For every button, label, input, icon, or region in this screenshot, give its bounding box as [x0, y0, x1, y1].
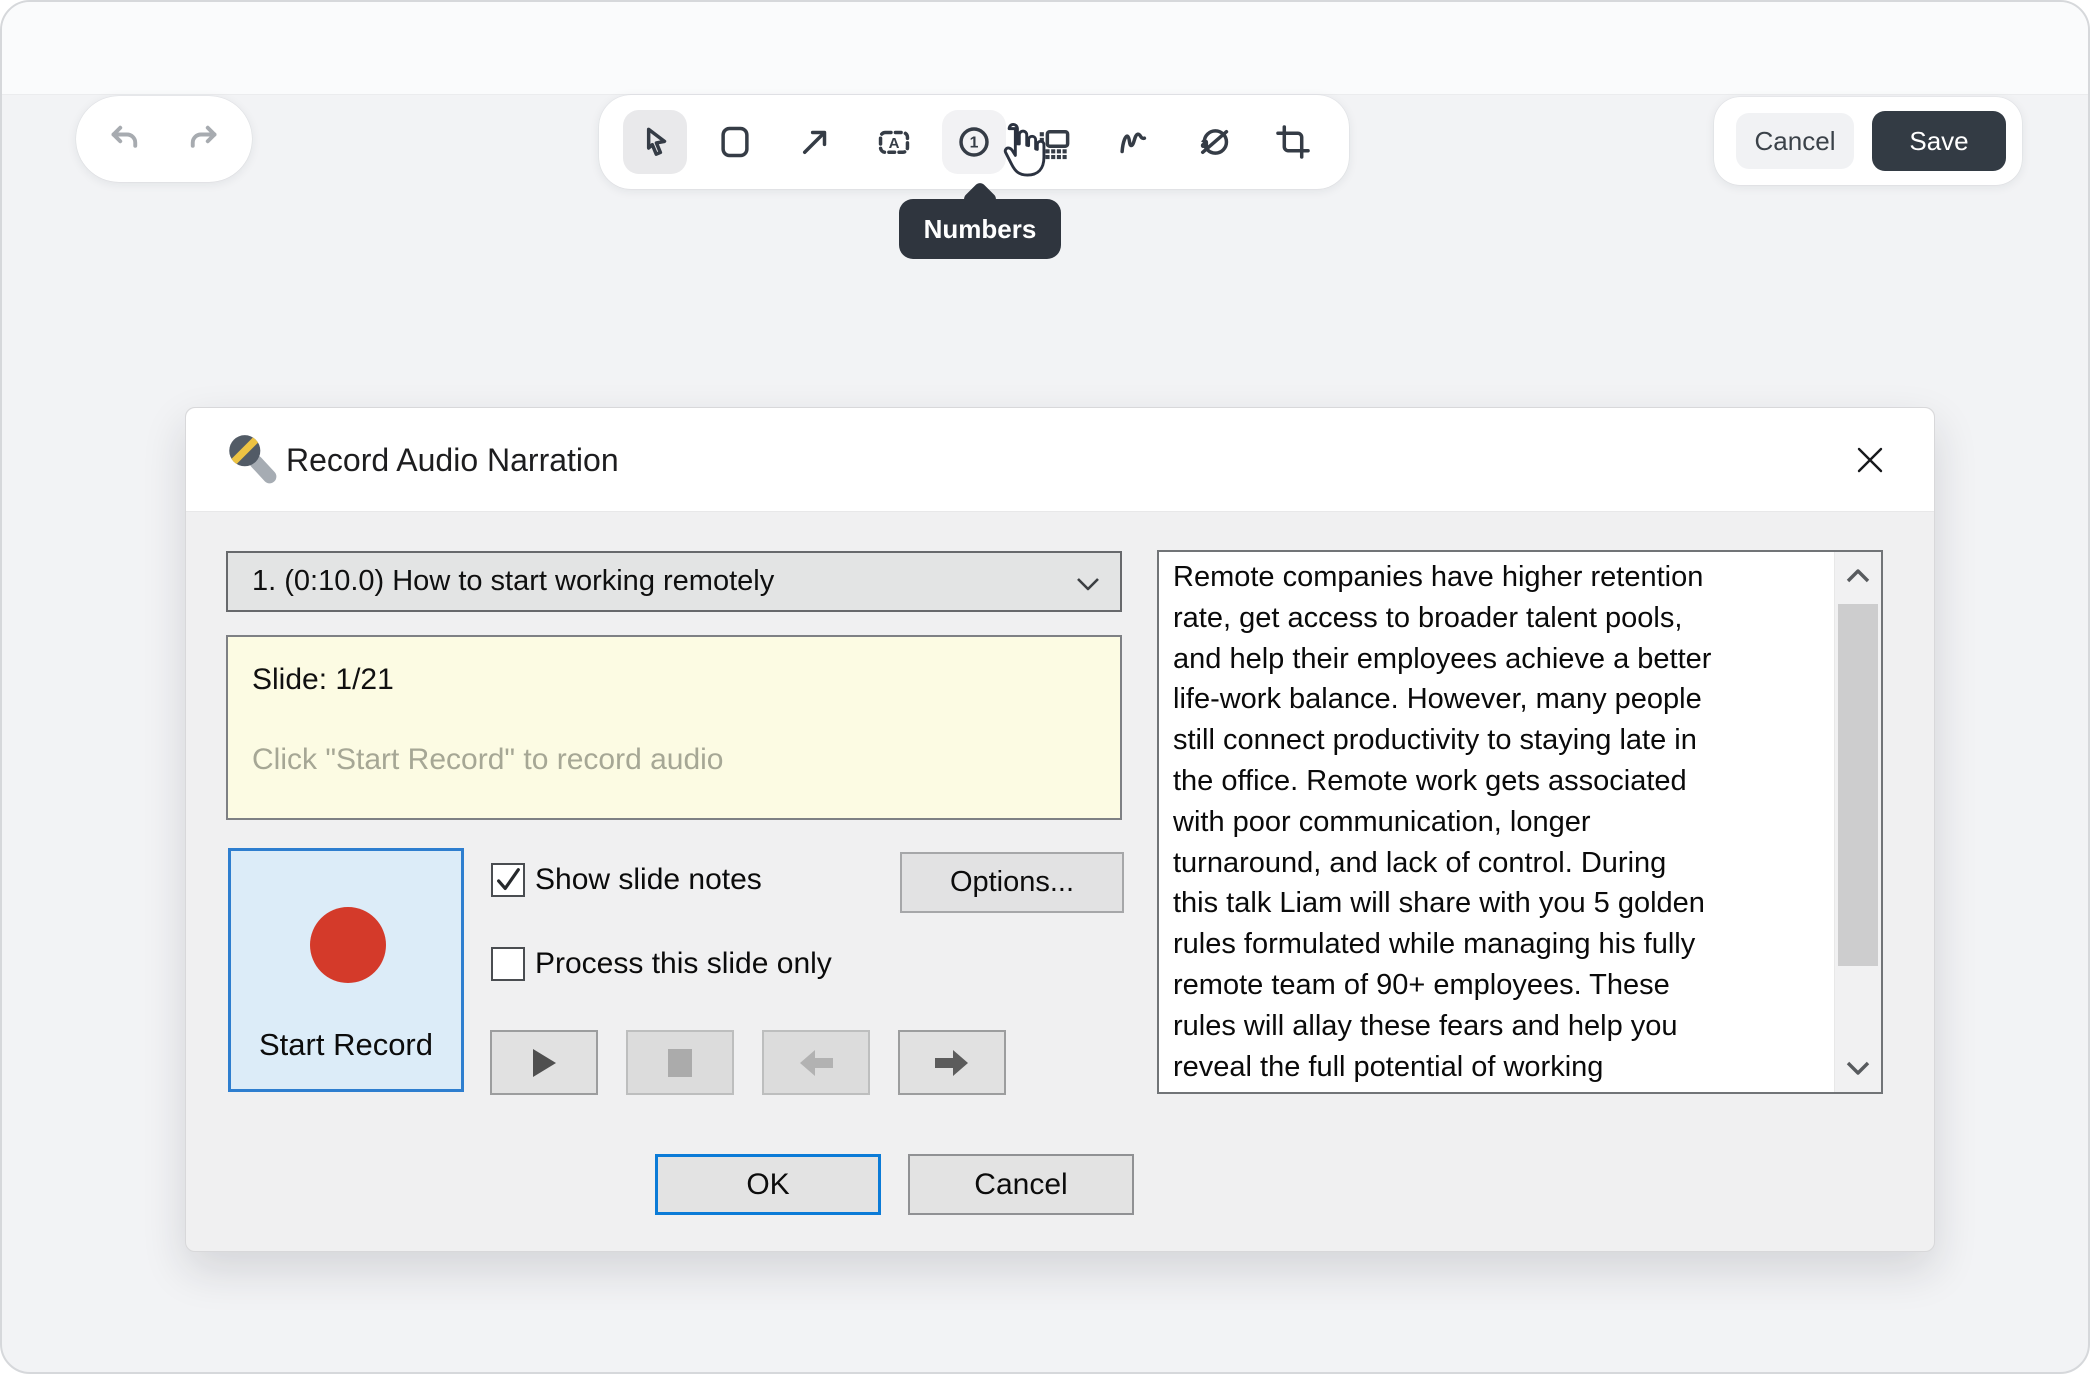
editor-actions: Cancel Save	[1714, 97, 2022, 185]
process-slide-only-row: Process this slide only	[491, 944, 832, 984]
text-box-icon: A	[875, 123, 913, 161]
show-slide-notes-checkbox[interactable]	[491, 863, 525, 897]
scroll-down-button[interactable]	[1835, 1044, 1881, 1092]
record-dot-icon	[310, 907, 386, 983]
tool-arrow[interactable]	[783, 110, 847, 174]
undo-button[interactable]	[96, 111, 152, 167]
redo-button[interactable]	[176, 111, 232, 167]
process-slide-only-checkbox[interactable]	[491, 947, 525, 981]
editor-save-button[interactable]: Save	[1872, 111, 2006, 171]
scrollbar-thumb[interactable]	[1838, 604, 1878, 966]
record-hint: Click "Start Record" to record audio	[252, 743, 724, 777]
next-slide-button[interactable]	[898, 1030, 1006, 1095]
slide-notes-panel: Remote companies have higher retention r…	[1157, 550, 1883, 1094]
previous-slide-button	[762, 1030, 870, 1095]
dialog-title: Record Audio Narration	[286, 408, 619, 512]
scroll-up-button[interactable]	[1835, 552, 1881, 600]
recording-status-panel: Slide: 1/21 Click "Start Record" to reco…	[226, 635, 1122, 820]
chevron-down-icon	[1845, 1060, 1871, 1076]
microphone-icon	[222, 430, 280, 488]
start-record-button[interactable]: Start Record	[228, 848, 464, 1092]
options-button[interactable]: Options...	[900, 852, 1124, 913]
dialog-close-button[interactable]	[1850, 440, 1890, 480]
crop-icon	[1274, 123, 1312, 161]
pointer-icon	[636, 123, 674, 161]
tool-text-box[interactable]: A	[862, 110, 926, 174]
history-toolbar	[76, 96, 252, 182]
notes-scrollbar[interactable]	[1834, 552, 1881, 1092]
slide-select-value: 1. (0:10.0) How to start working remotel…	[252, 565, 774, 597]
record-audio-narration-dialog: Record Audio Narration 1. (0:10.0) How t…	[185, 407, 1935, 1252]
chevron-down-icon	[1074, 575, 1102, 593]
tool-redact[interactable]: a	[1181, 110, 1245, 174]
stop-button	[626, 1030, 734, 1095]
numbers-tooltip: Numbers	[899, 199, 1061, 259]
rectangle-icon	[716, 123, 754, 161]
arrow-left-icon	[799, 1048, 833, 1078]
freehand-draw-icon	[1115, 123, 1153, 161]
editor-cancel-button[interactable]: Cancel	[1736, 113, 1854, 169]
tool-crop[interactable]	[1261, 110, 1325, 174]
redact-icon: a	[1194, 123, 1232, 161]
chevron-up-icon	[1845, 568, 1871, 584]
app-window: A 1	[0, 0, 2090, 1374]
arrow-right-icon	[935, 1048, 969, 1078]
slide-select-dropdown[interactable]: 1. (0:10.0) How to start working remotel…	[226, 551, 1122, 612]
dialog-titlebar: Record Audio Narration	[186, 408, 1934, 512]
process-slide-only-label: Process this slide only	[535, 947, 832, 981]
redo-icon	[186, 121, 222, 157]
slide-counter: Slide: 1/21	[252, 663, 394, 697]
tool-rectangle[interactable]	[703, 110, 767, 174]
start-record-label: Start Record	[231, 1027, 461, 1063]
annotation-toolbar: A 1	[599, 95, 1349, 189]
checkmark-icon	[493, 865, 523, 895]
ok-button[interactable]: OK	[655, 1154, 881, 1215]
show-slide-notes-row: Show slide notes	[491, 860, 762, 900]
slide-notes-text: Remote companies have higher retention r…	[1173, 557, 1819, 1089]
top-strip	[2, 2, 2088, 95]
svg-text:1: 1	[970, 135, 979, 152]
play-button[interactable]	[490, 1030, 598, 1095]
play-icon	[529, 1047, 559, 1079]
stop-icon	[667, 1048, 693, 1078]
close-icon	[1852, 442, 1888, 478]
tool-select-pointer[interactable]	[623, 110, 687, 174]
undo-icon	[106, 121, 142, 157]
hand-cursor-icon	[988, 122, 1046, 180]
arrow-icon	[796, 123, 834, 161]
svg-text:A: A	[889, 135, 900, 152]
dialog-cancel-button[interactable]: Cancel	[908, 1154, 1134, 1215]
tool-freehand-draw[interactable]	[1102, 110, 1166, 174]
show-slide-notes-label: Show slide notes	[535, 863, 762, 897]
